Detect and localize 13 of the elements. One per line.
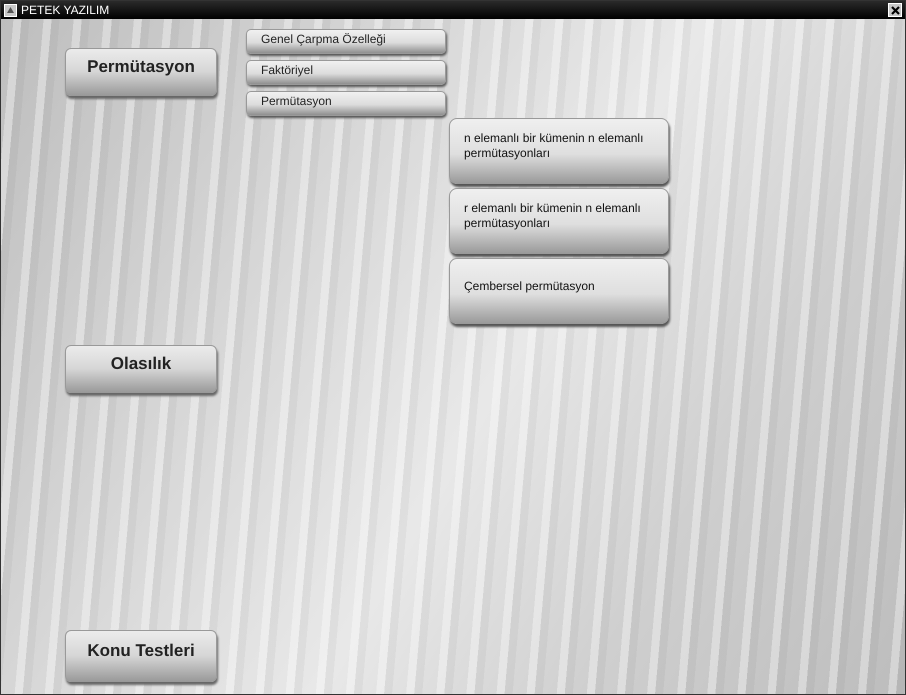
menu-button[interactable]: Permütasyon <box>65 48 217 96</box>
menu-button[interactable]: Olasılık <box>65 345 217 393</box>
window-title: PETEK YAZILIM <box>21 3 110 17</box>
submenu-button[interactable]: Permütasyon <box>246 91 446 116</box>
topic-button[interactable]: Çembersel permütasyon <box>449 258 669 324</box>
submenu-button[interactable]: Faktöriyel <box>246 60 446 85</box>
topic-button[interactable]: n elemanlı bir kümenin n elemanlı permütasyonları <box>449 118 669 184</box>
topic-button[interactable]: r elemanlı bir kümenin n elemanlı permütasyonları <box>449 188 669 254</box>
app-icon <box>4 4 17 16</box>
close-icon <box>890 6 900 14</box>
submenu-button[interactable]: Genel Çarpma Özelleği <box>246 29 446 54</box>
menu-button[interactable]: Konu Testleri <box>65 630 217 682</box>
close-button[interactable] <box>888 3 902 17</box>
